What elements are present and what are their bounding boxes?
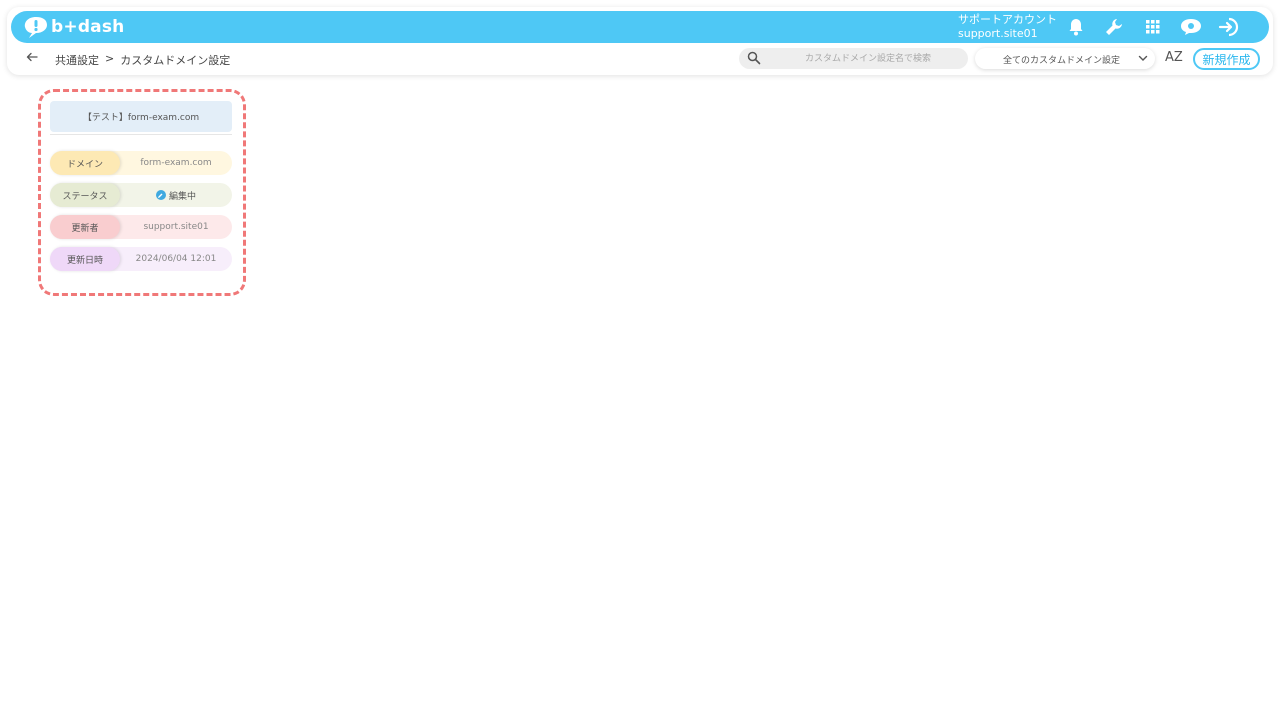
row-label-domain: ドメイン xyxy=(50,151,120,175)
bell-icon[interactable] xyxy=(1065,16,1087,38)
account-user: support.site01 xyxy=(958,27,1038,40)
search-box[interactable] xyxy=(739,48,968,69)
row-label-updated-at: 更新日時 xyxy=(50,247,120,271)
breadcrumb-parent[interactable]: 共通設定 xyxy=(55,52,99,68)
card-title: 【テスト】form-exam.com xyxy=(50,101,232,132)
back-arrow-icon[interactable] xyxy=(26,51,40,65)
row-label-status: ステータス xyxy=(50,183,120,207)
new-button[interactable]: 新規作成 xyxy=(1193,48,1260,70)
grid-icon[interactable] xyxy=(1142,16,1164,38)
search-input[interactable] xyxy=(773,48,963,69)
row-value-updated-at: 2024/06/04 12:01 xyxy=(135,254,217,264)
pencil-icon xyxy=(155,190,166,200)
card-divider xyxy=(50,134,232,135)
chevron-down-icon xyxy=(1138,55,1148,61)
account-label: サポートアカウント xyxy=(958,13,1057,26)
breadcrumb-current: カスタムドメイン設定 xyxy=(120,54,231,67)
search-icon xyxy=(747,51,761,65)
row-label-updater: 更新者 xyxy=(50,215,120,239)
card-row-updater: 更新者 support.site01 xyxy=(50,215,232,239)
logo[interactable]: b+dash xyxy=(23,14,124,40)
sort-az-icon[interactable]: AZ xyxy=(1165,50,1183,65)
card-row-domain: ドメイン form-exam.com xyxy=(50,151,232,175)
logout-icon[interactable] xyxy=(1218,16,1240,38)
card-row-updated-at: 更新日時 2024/06/04 12:01 xyxy=(50,247,232,271)
card-row-status: ステータス 編集中 xyxy=(50,183,232,207)
account-info[interactable]: サポートアカウント support.site01 xyxy=(958,13,1057,41)
chat-icon[interactable] xyxy=(1180,16,1202,38)
wrench-icon[interactable] xyxy=(1103,16,1125,38)
filter-selected: 全てのカスタムドメイン設定 xyxy=(1003,56,1121,66)
status-text: 編集中 xyxy=(168,191,196,202)
domain-card[interactable]: 【テスト】form-exam.com ドメイン form-exam.com ステ… xyxy=(48,99,236,277)
row-value-domain: form-exam.com xyxy=(140,158,212,168)
breadcrumb: 共通設定 > カスタムドメイン設定 xyxy=(55,52,230,68)
top-bar: b+dash サポートアカウント support.site01 xyxy=(11,11,1269,43)
logo-bubble-icon xyxy=(24,17,47,38)
row-value-updater: support.site01 xyxy=(143,222,209,232)
filter-select[interactable]: 全てのカスタムドメイン設定 xyxy=(975,48,1155,69)
logo-text: b+dash xyxy=(51,17,125,37)
breadcrumb-separator: > xyxy=(105,52,115,65)
sub-toolbar: 共通設定 > カスタムドメイン設定 全てのカスタムドメイン設定 AZ 新規作成 xyxy=(7,44,1273,75)
row-value-status: 編集中 xyxy=(120,183,232,207)
